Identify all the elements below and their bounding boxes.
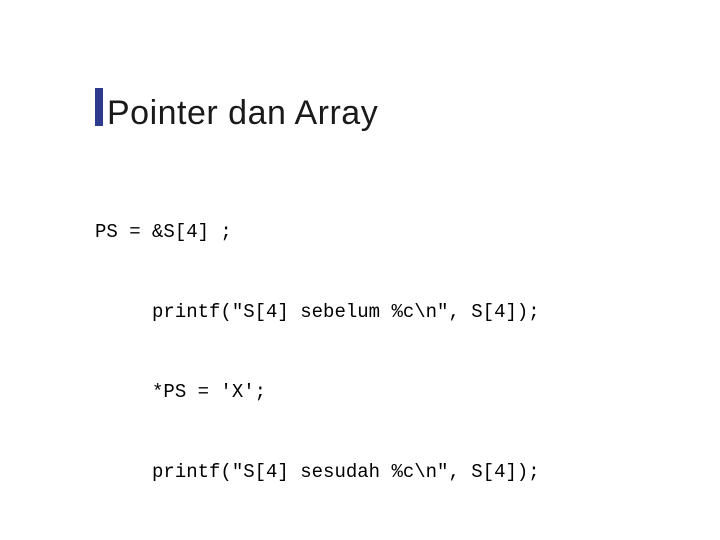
code-block: PS = &S[4] ; printf("S[4] sebelum %c\n",… [95, 185, 540, 540]
title-row: Pointer dan Array [95, 88, 378, 132]
code-line: PS = &S[4] ; [95, 223, 540, 242]
title-accent-bar [95, 88, 103, 126]
slide-title: Pointer dan Array [107, 96, 378, 132]
slide: Pointer dan Array PS = &S[4] ; printf("S… [0, 0, 720, 540]
code-line: printf("S[4] sebelum %c\n", S[4]); [95, 303, 540, 322]
code-line: printf("S[4] sesudah %c\n", S[4]); [95, 463, 540, 482]
code-line: *PS = 'X'; [95, 383, 540, 402]
